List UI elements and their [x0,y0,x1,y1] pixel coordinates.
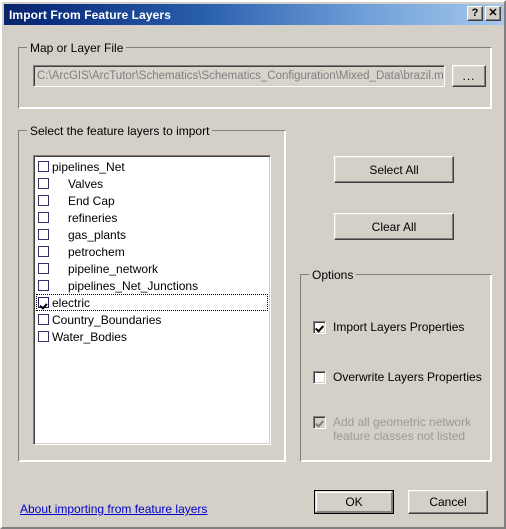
list-item-label: Water_Bodies [52,329,127,344]
list-item[interactable]: Valves [36,175,268,192]
add-all-geometric-network-label: Add all geometric network feature classe… [333,415,472,443]
list-item[interactable]: Country_Boundaries [36,311,268,328]
list-item-label: refineries [68,210,118,225]
overwrite-layers-properties-checkbox-row[interactable]: Overwrite Layers Properties [313,370,482,384]
about-importing-link[interactable]: About importing from feature layers [20,502,207,516]
list-item[interactable]: petrochem [36,243,268,260]
checkbox-icon[interactable] [313,371,326,384]
list-item-label: pipelines_Net_Junctions [68,278,199,293]
checkbox-icon[interactable] [38,263,49,274]
checkbox-icon[interactable] [38,195,49,206]
checkbox-icon [313,416,326,429]
list-item-label: Country_Boundaries [52,312,162,327]
title-bar-buttons: ? ✕ [467,6,501,21]
list-item-label: gas_plants [68,227,127,242]
checkbox-icon[interactable] [38,246,49,257]
list-item-label: Valves [68,176,104,191]
options-legend: Options [309,268,357,282]
list-item-label: End Cap [68,193,115,208]
ok-button-label: OK [345,495,363,509]
close-icon[interactable]: ✕ [485,6,501,21]
list-item-label: petrochem [68,244,125,259]
list-item[interactable]: pipelines_Net [36,158,268,175]
clear-all-button[interactable]: Clear All [334,213,454,240]
import-layers-properties-checkbox-row[interactable]: Import Layers Properties [313,320,464,334]
checkbox-icon[interactable] [38,229,49,240]
checkbox-icon[interactable] [313,321,326,334]
ok-button[interactable]: OK [314,490,394,514]
list-item[interactable]: gas_plants [36,226,268,243]
checkbox-icon[interactable] [38,280,49,291]
browse-button[interactable]: ... [452,65,486,87]
help-icon[interactable]: ? [467,6,483,21]
list-item[interactable]: electric [36,294,268,311]
select-feature-layers-legend: Select the feature layers to import [27,124,213,138]
list-item-label: pipelines_Net [52,159,125,174]
import-from-feature-layers-dialog: Import From Feature Layers ? ✕ Map or La… [0,0,506,529]
checkbox-icon[interactable] [38,212,49,223]
list-item[interactable]: Water_Bodies [36,328,268,345]
checkbox-icon[interactable] [38,178,49,189]
import-layers-properties-label: Import Layers Properties [333,320,465,334]
list-item[interactable]: pipeline_network [36,260,268,277]
list-item[interactable]: refineries [36,209,268,226]
checkbox-icon[interactable] [38,161,49,172]
select-all-button[interactable]: Select All [334,156,454,183]
checkbox-icon[interactable] [38,331,49,342]
feature-layers-listbox[interactable]: pipelines_Net Valves End Cap refineries gas_… [33,155,271,445]
add-all-geometric-network-checkbox-row: Add all geometric network feature classe… [313,415,471,443]
map-path-input[interactable]: C:\ArcGIS\ArcTutor\Schematics\Schematics… [33,65,445,87]
list-item-label: electric [52,295,91,310]
checkbox-icon[interactable] [38,297,49,308]
list-item[interactable]: End Cap [36,192,268,209]
checkbox-icon[interactable] [38,314,49,325]
title-bar[interactable]: Import From Feature Layers ? ✕ [4,4,504,25]
cancel-button[interactable]: Cancel [408,490,488,514]
list-item-label: pipeline_network [68,261,159,276]
window-title: Import From Feature Layers [9,7,171,22]
overwrite-layers-properties-label: Overwrite Layers Properties [333,370,482,384]
map-or-layer-file-legend: Map or Layer File [27,41,127,55]
list-item[interactable]: pipelines_Net_Junctions [36,277,268,294]
